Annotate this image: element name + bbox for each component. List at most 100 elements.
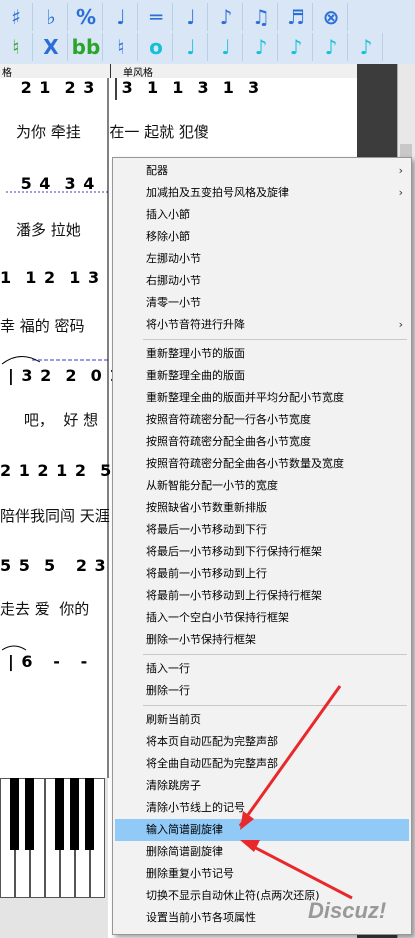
natural-icon[interactable]: ♮	[105, 33, 138, 61]
menu-item[interactable]: 重新整理全曲的版面并平均分配小节宽度	[115, 387, 409, 409]
menu-item[interactable]: 清除小节线上的记号	[115, 797, 409, 819]
note-icon[interactable]: ♩	[175, 3, 208, 31]
menu-item[interactable]: 清零一小节	[115, 292, 409, 314]
menu-item-label: 右挪动小节	[146, 274, 201, 287]
quarter-note-icon[interactable]: ♩	[105, 3, 138, 31]
menu-item[interactable]: 插入小節	[115, 204, 409, 226]
sixtyfourth-cyan-icon[interactable]: ♪	[350, 33, 383, 61]
menu-item-label: 删除一行	[146, 684, 190, 697]
menu-item-label: 删除简谱副旋律	[146, 845, 223, 858]
menu-item-label: 将最前一小节移动到上行	[146, 567, 267, 580]
menu-item-label: 重新整理全曲的版面并平均分配小节宽度	[146, 391, 344, 404]
menu-item-label: 加减拍及五变拍号风格及旋律	[146, 186, 289, 199]
menu-item[interactable]: 插入一行	[115, 658, 409, 680]
double-sharp-icon[interactable]: X	[35, 33, 68, 61]
menu-item[interactable]: 删除一行	[115, 680, 409, 702]
toolbar: ♯ ♭% ♩ ═ ♩ ♪ ♫ ♬ ⊗ ♮ Xbb ♮ o ♩ ♩ ♪ ♪ ♪ ♪	[0, 0, 415, 64]
menu-item-label: 按照音符疏密分配全曲各小节数量及宽度	[146, 457, 344, 470]
piano-black-key[interactable]	[85, 778, 94, 850]
menu-item-label: 将最后一小节移动到下行	[146, 523, 267, 536]
menu-item-label: 移除小節	[146, 230, 190, 243]
menu-item[interactable]: 移除小節	[115, 226, 409, 248]
menu-item-label: 切换不显示自动休止符(点两次还原)	[146, 889, 320, 902]
menu-separator	[143, 705, 407, 706]
menu-item[interactable]: 将全曲自动匹配为完整声部	[115, 753, 409, 775]
menu-item-label: 删除一小节保持行框架	[146, 633, 256, 646]
menu-item[interactable]: 将小节音符进行升降 ›	[115, 314, 409, 336]
menu-item-label: 清除小节线上的记号	[146, 801, 245, 814]
natural-green-icon[interactable]: ♮	[0, 33, 33, 61]
menu-item-label: 按照音符疏密分配全曲各小节宽度	[146, 435, 311, 448]
context-menu: 配器 › 加减拍及五变拍号风格及旋律 › 插入小節 移除小節 左挪动小节 右挪动小节 清零一小节…	[112, 157, 412, 935]
menu-item-label: 插入一行	[146, 662, 190, 675]
menu-item[interactable]: 加减拍及五变拍号风格及旋律 ›	[115, 182, 409, 204]
ruler-right-label: 单风格	[110, 64, 153, 79]
menu-item-label: 重新整理小节的版面	[146, 347, 245, 360]
menu-item-label: 重新整理全曲的版面	[146, 369, 245, 382]
piano-black-key[interactable]	[25, 778, 34, 850]
menu-item[interactable]: 插入一个空白小节保持行框架	[115, 607, 409, 629]
beamed-notes-icon[interactable]: ♫	[245, 3, 278, 31]
menu-item[interactable]: 按照音符疏密分配一行各小节宽度	[115, 409, 409, 431]
menu-item-label: 按照音符疏密分配一行各小节宽度	[146, 413, 311, 426]
menu-item[interactable]: 删除一小节保持行框架	[115, 629, 409, 651]
menu-item[interactable]: 从新智能分配一小节的宽度	[115, 475, 409, 497]
menu-separator	[143, 654, 407, 655]
menu-item[interactable]: 按照缺省小节数重新排版	[115, 497, 409, 519]
quarter-cyan-icon[interactable]: ♩	[210, 33, 243, 61]
menu-item[interactable]: 按照音符疏密分配全曲各小节宽度	[115, 431, 409, 453]
ruler: 格 单风格	[0, 64, 357, 79]
whole-note-icon[interactable]: o	[140, 33, 173, 61]
sharp-icon[interactable]: ♯	[0, 3, 33, 31]
menu-item-label: 配器	[146, 164, 168, 177]
menu-item[interactable]: 删除简谱副旋律	[115, 841, 409, 863]
watermark-text: Discuz!	[308, 898, 387, 923]
menu-separator	[143, 339, 407, 340]
piano-black-key[interactable]	[70, 778, 79, 850]
menu-item-label: 清除跳房子	[146, 779, 201, 792]
menu-item[interactable]: 重新整理全曲的版面	[115, 365, 409, 387]
submenu-arrow-icon: ›	[398, 186, 403, 199]
double-flat-icon[interactable]: bb	[70, 33, 103, 61]
menu-item-label: 插入小節	[146, 208, 190, 221]
menu-item[interactable]: 将最后一小节移动到下行保持行框架	[115, 541, 409, 563]
menu-item-label: 从新智能分配一小节的宽度	[146, 479, 278, 492]
menu-item[interactable]: 刷新当前页	[115, 709, 409, 731]
eighth-note-icon[interactable]: ♪	[210, 3, 243, 31]
piano-keyboard[interactable]	[0, 778, 108, 938]
toolbar-row-1: ♯ ♭% ♩ ═ ♩ ♪ ♫ ♬ ⊗	[0, 2, 415, 32]
menu-item[interactable]: 将最后一小节移动到下行	[115, 519, 409, 541]
flat-icon[interactable]: ♭	[35, 3, 68, 31]
menu-item[interactable]: 右挪动小节	[115, 270, 409, 292]
menu-item[interactable]: 按照音符疏密分配全曲各小节数量及宽度	[115, 453, 409, 475]
menu-item-label: 清零一小节	[146, 296, 201, 309]
submenu-arrow-icon: ›	[398, 318, 403, 331]
menu-item-label: 将最后一小节移动到下行保持行框架	[146, 545, 322, 558]
sixteenth-cyan-icon[interactable]: ♪	[280, 33, 313, 61]
menu-item[interactable]: 输入简谱副旋律	[115, 819, 409, 841]
menu-item[interactable]: 配器 ›	[115, 160, 409, 182]
piano-black-key[interactable]	[10, 778, 19, 850]
menu-item[interactable]: 将本页自动匹配为完整声部	[115, 731, 409, 753]
thirtysecond-cyan-icon[interactable]: ♪	[315, 33, 348, 61]
menu-item-label: 左挪动小节	[146, 252, 201, 265]
menu-item-label: 将本页自动匹配为完整声部	[146, 735, 278, 748]
toolbar-row-2: ♮ Xbb ♮ o ♩ ♩ ♪ ♪ ♪ ♪	[0, 32, 415, 62]
menu-item[interactable]: 左挪动小节	[115, 248, 409, 270]
half-note-icon[interactable]: ♩	[175, 33, 208, 61]
menu-item[interactable]: 清除跳房子	[115, 775, 409, 797]
cancel-note-icon[interactable]: ⊗	[315, 3, 348, 31]
menu-item[interactable]: 将最前一小节移动到上行	[115, 563, 409, 585]
eighth-cyan-icon[interactable]: ♪	[245, 33, 278, 61]
menu-item-label: 刷新当前页	[146, 713, 201, 726]
percent-icon[interactable]: %	[70, 3, 103, 31]
menu-item-label: 按照缺省小节数重新排版	[146, 501, 267, 514]
menu-item[interactable]: 将最前一小节移动到上行保持行框架	[115, 585, 409, 607]
menu-item[interactable]: 删除重复小节记号	[115, 863, 409, 885]
sixteenth-notes-icon[interactable]: ♬	[280, 3, 313, 31]
piano-black-key[interactable]	[55, 778, 64, 850]
menu-item[interactable]: 重新整理小节的版面	[115, 343, 409, 365]
menu-item-label: 输入简谱副旋律	[146, 823, 223, 836]
menu-item-label: 将小节音符进行升降	[146, 318, 245, 331]
double-bar-icon[interactable]: ═	[140, 3, 173, 31]
